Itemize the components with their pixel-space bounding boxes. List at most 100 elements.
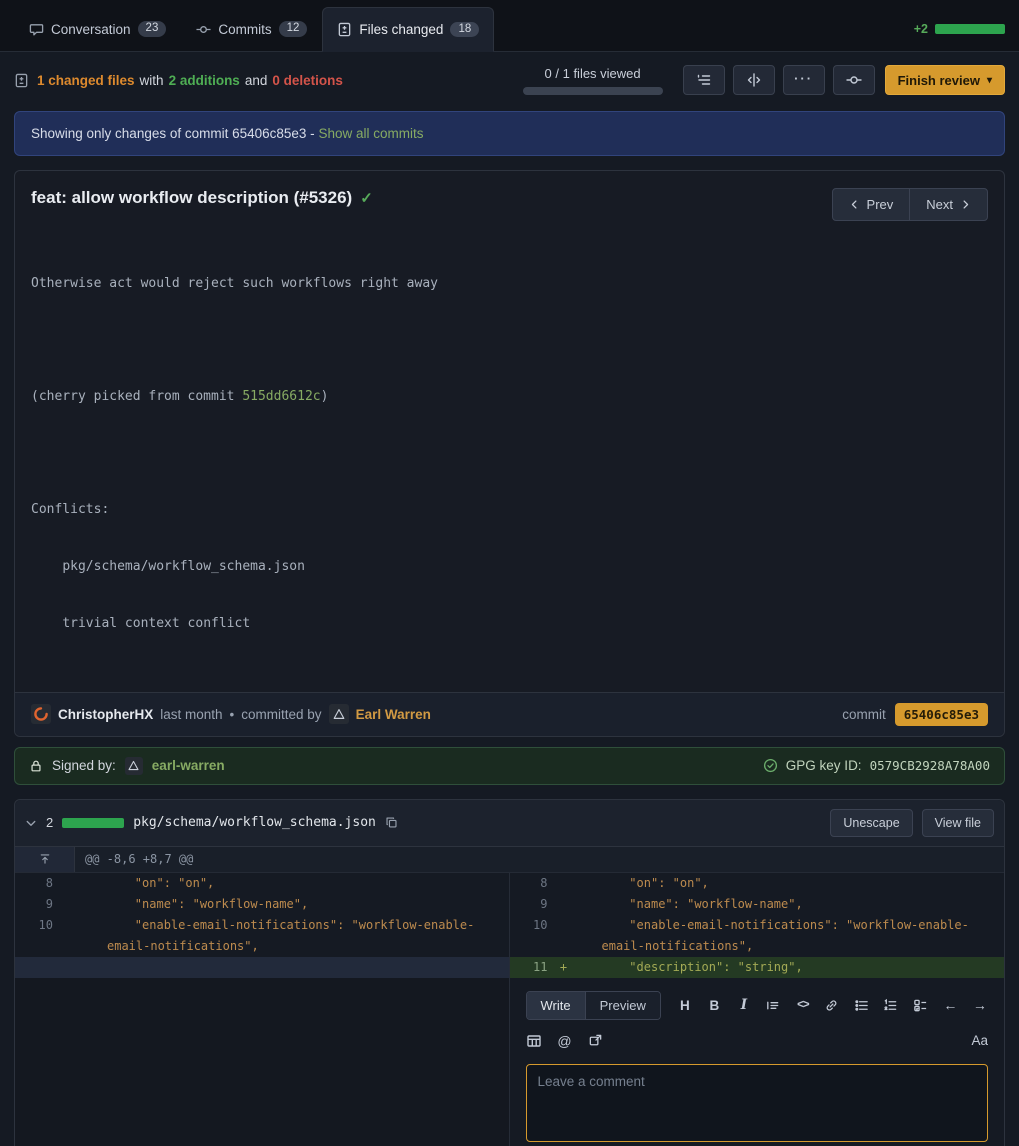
commit-header: feat: allow workflow description (#5326)… bbox=[15, 171, 1004, 231]
conflict-file: pkg/schema/workflow_schema.json bbox=[31, 558, 988, 577]
comment-textarea[interactable] bbox=[526, 1064, 989, 1142]
committer-avatar[interactable] bbox=[329, 704, 349, 724]
line-code: "enable-email-notifications": "workflow-… bbox=[572, 918, 969, 932]
collapse-file-chevron-icon[interactable] bbox=[25, 817, 37, 829]
diff-line[interactable]: 9 "name": "workflow-name", bbox=[15, 894, 509, 915]
line-code: email-notifications", bbox=[572, 939, 754, 953]
line-code: email-notifications", bbox=[77, 939, 259, 953]
cherry-pick-hash-link[interactable]: 515dd6612c bbox=[242, 389, 320, 404]
diff-line[interactable]: 10 "enable-email-notifications": "workfl… bbox=[15, 915, 509, 936]
file-name[interactable]: pkg/schema/workflow_schema.json bbox=[133, 815, 376, 830]
commit-icon bbox=[196, 22, 211, 37]
line-number: 8 bbox=[15, 876, 61, 890]
redo-arrow-icon[interactable]: → bbox=[972, 997, 988, 1013]
add-marker: + bbox=[556, 960, 572, 974]
files-viewed-bar bbox=[523, 87, 663, 95]
diff-line-wrap[interactable]: email-notifications", bbox=[510, 936, 1005, 957]
additions-count: 2 additions bbox=[169, 73, 240, 88]
diff-left-empty bbox=[15, 978, 510, 1146]
diff-line[interactable]: 8 "on": "on", bbox=[510, 873, 1005, 894]
cherry-pick-suffix: ) bbox=[321, 389, 329, 404]
files-toolbar: 1 changed files with 2 additions and 0 d… bbox=[0, 52, 1019, 109]
diff-line[interactable]: 10 "enable-email-notifications": "workfl… bbox=[510, 915, 1005, 936]
mention-icon[interactable]: @ bbox=[557, 1033, 573, 1049]
prev-label: Prev bbox=[867, 197, 894, 212]
heading-icon[interactable]: H bbox=[677, 998, 693, 1013]
tab-commits-label: Commits bbox=[218, 22, 271, 37]
commit-title-text: feat: allow workflow description (#5326) bbox=[31, 188, 352, 208]
files-viewed-progress: 0 / 1 files viewed bbox=[523, 66, 663, 95]
commit-message-blank bbox=[31, 445, 988, 464]
italic-icon[interactable]: I bbox=[736, 997, 752, 1013]
finish-review-button[interactable]: Finish review ▾ bbox=[885, 65, 1005, 95]
commit-time: last month bbox=[160, 707, 222, 722]
ordered-list-icon[interactable] bbox=[883, 998, 899, 1013]
lock-icon bbox=[29, 759, 43, 773]
tab-files-changed[interactable]: Files changed 18 bbox=[322, 7, 494, 52]
gpg-key-label: GPG key ID: bbox=[786, 758, 862, 773]
tab-preview[interactable]: Preview bbox=[585, 992, 660, 1019]
commit-author-name[interactable]: ChristopherHX bbox=[58, 707, 153, 722]
table-icon[interactable] bbox=[526, 1033, 542, 1049]
cherry-pick-text: (cherry picked from commit bbox=[31, 389, 242, 404]
line-number: 10 bbox=[510, 918, 556, 932]
diff-added-line[interactable]: 11+ "description": "string", bbox=[510, 957, 1005, 978]
tab-files-changed-label: Files changed bbox=[359, 22, 443, 37]
whitespace-options-button[interactable] bbox=[683, 65, 725, 95]
commit-title: feat: allow workflow description (#5326)… bbox=[31, 188, 373, 208]
split-view-button[interactable] bbox=[733, 65, 775, 95]
meta-separator: • bbox=[230, 707, 235, 722]
commit-meta-footer: ChristopherHX last month • committed by … bbox=[15, 692, 1004, 736]
verified-check-icon bbox=[763, 758, 778, 773]
commit-select-button[interactable] bbox=[833, 65, 875, 95]
signer-name-link[interactable]: earl-warren bbox=[152, 758, 225, 773]
text-size-toggle[interactable]: Aa bbox=[971, 1033, 988, 1048]
bold-icon[interactable]: B bbox=[706, 998, 722, 1013]
committer-name[interactable]: Earl Warren bbox=[356, 707, 431, 722]
tab-conversation[interactable]: Conversation 23 bbox=[14, 7, 181, 51]
undo-arrow-icon[interactable]: ← bbox=[942, 997, 958, 1013]
line-code: "on": "on", bbox=[77, 876, 214, 890]
gpg-key-value: 0579CB2928A78A00 bbox=[870, 758, 990, 773]
file-diffstat-bar bbox=[62, 818, 124, 828]
diff-bottom-area: Write Preview H B I <> bbox=[15, 978, 1004, 1146]
diff-line[interactable]: 9 "name": "workflow-name", bbox=[510, 894, 1005, 915]
commit-filter-banner: Showing only changes of commit 65406c85e… bbox=[14, 111, 1005, 156]
commit-hash-badge[interactable]: 65406c85e3 bbox=[895, 703, 988, 726]
diff-file-icon bbox=[337, 22, 352, 37]
chevron-right-icon bbox=[960, 199, 971, 210]
commit-message-blank bbox=[31, 331, 988, 350]
commit-message-line: Otherwise act would reject such workflow… bbox=[31, 275, 988, 294]
diffstat-bar bbox=[935, 24, 1005, 34]
tab-write[interactable]: Write bbox=[527, 992, 585, 1019]
view-file-button[interactable]: View file bbox=[922, 809, 994, 837]
diff-line-wrap[interactable]: email-notifications", bbox=[15, 936, 509, 957]
unordered-list-icon[interactable] bbox=[854, 998, 870, 1013]
quote-icon[interactable] bbox=[765, 998, 781, 1013]
reference-icon[interactable] bbox=[588, 1033, 604, 1048]
chevron-left-icon bbox=[849, 199, 860, 210]
diff-line[interactable]: 8 "on": "on", bbox=[15, 873, 509, 894]
unescape-button[interactable]: Unescape bbox=[830, 809, 912, 837]
summary-with: with bbox=[140, 73, 164, 88]
diffstat-additions: +2 bbox=[914, 22, 928, 36]
tab-commits[interactable]: Commits 12 bbox=[181, 7, 322, 51]
prev-commit-button[interactable]: Prev bbox=[832, 188, 911, 221]
expand-up-icon bbox=[39, 853, 51, 865]
task-list-icon[interactable] bbox=[913, 998, 929, 1013]
signer-avatar[interactable] bbox=[125, 757, 143, 775]
more-options-button[interactable]: ··· bbox=[783, 65, 825, 95]
changed-files-count: 1 changed files bbox=[37, 73, 135, 88]
copy-filename-icon[interactable] bbox=[385, 816, 398, 829]
expand-hunk-button[interactable] bbox=[15, 847, 75, 872]
line-code: "name": "workflow-name", bbox=[572, 897, 803, 911]
next-commit-button[interactable]: Next bbox=[909, 188, 988, 221]
files-viewed-label: 0 / 1 files viewed bbox=[545, 66, 641, 81]
diff-file-box: 2 pkg/schema/workflow_schema.json Unesca… bbox=[14, 799, 1005, 1146]
author-avatar[interactable] bbox=[31, 704, 51, 724]
code-icon[interactable]: <> bbox=[795, 999, 811, 1011]
pr-tab-bar: Conversation 23 Commits 12 Files changed… bbox=[0, 0, 1019, 52]
link-icon[interactable] bbox=[824, 998, 840, 1013]
diff-file-header: 2 pkg/schema/workflow_schema.json Unesca… bbox=[15, 800, 1004, 847]
show-all-commits-link[interactable]: Show all commits bbox=[318, 126, 423, 141]
